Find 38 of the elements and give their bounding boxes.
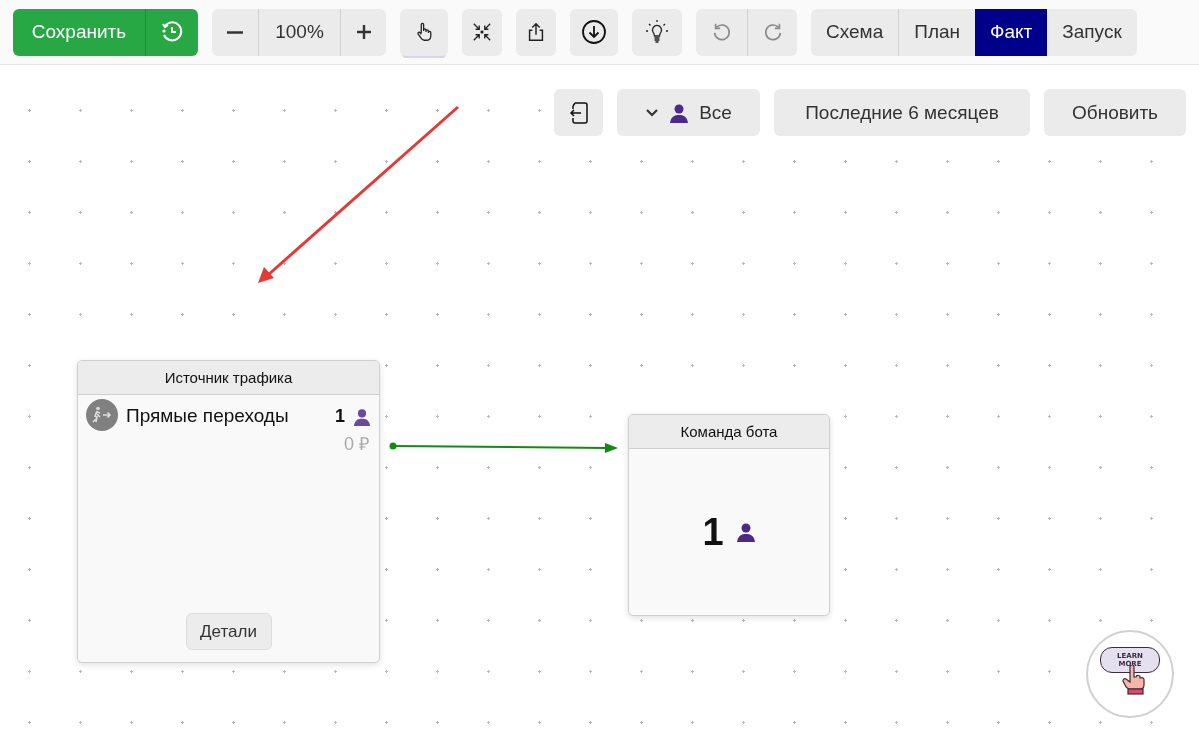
fit-button[interactable]	[462, 8, 502, 56]
revenue-amount: 0 ₽	[344, 433, 369, 455]
zoom-level: 100%	[258, 8, 340, 56]
hand-tool-button[interactable]	[400, 8, 448, 56]
mode-tab[interactable]: План	[898, 8, 976, 56]
user-count: 1	[702, 510, 724, 554]
plus-icon	[354, 23, 373, 41]
minus-icon	[227, 30, 243, 34]
zoom-out-button[interactable]	[212, 8, 258, 56]
node-card[interactable]: Команда бота 1	[628, 414, 830, 616]
history-button[interactable]	[145, 8, 198, 56]
compress-icon	[471, 21, 493, 43]
source-name: Прямые переходы	[126, 405, 290, 427]
mode-tab[interactable]: Факт	[975, 8, 1048, 56]
user-icon	[353, 407, 371, 426]
export-button[interactable]	[554, 89, 603, 136]
walking-person-icon	[86, 399, 118, 431]
zoom-in-button[interactable]	[340, 8, 386, 56]
node-title: Команда бота	[629, 415, 829, 449]
pointing-hand-icon	[1122, 665, 1146, 695]
share-button[interactable]	[516, 8, 556, 56]
mode-tab[interactable]: Запуск	[1047, 8, 1137, 56]
user-icon	[735, 522, 756, 542]
mode-tab[interactable]: Схема	[811, 8, 899, 56]
details-button[interactable]: Детали	[185, 613, 272, 650]
history-icon	[160, 20, 184, 44]
hint-button[interactable]	[632, 8, 682, 56]
user-icon	[669, 102, 690, 123]
download-icon	[581, 19, 607, 45]
node-title: Источник трафика	[78, 361, 379, 395]
node-card[interactable]: Источник трафика Прямые переходы 1 0 ₽ Детали	[77, 360, 380, 663]
refresh-button[interactable]: Обновить	[1044, 89, 1186, 136]
download-button[interactable]	[570, 8, 618, 56]
chevron-down-icon	[645, 107, 660, 118]
lightbulb-icon	[644, 19, 670, 45]
visitor-count: 1	[335, 406, 345, 427]
audience-filter[interactable]: Все	[617, 89, 760, 136]
period-button[interactable]: Последние 6 месяцев	[774, 89, 1030, 136]
